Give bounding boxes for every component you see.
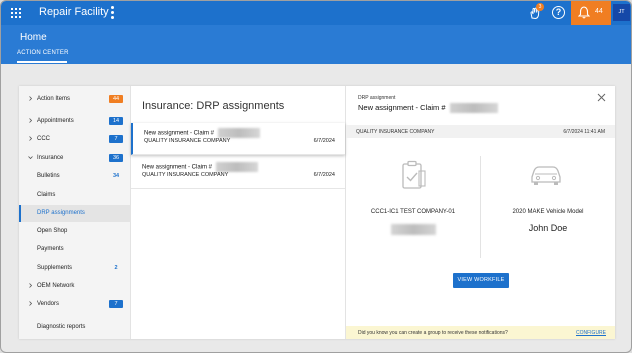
sidebar-item-vendors[interactable]: Vendors 7 (19, 296, 131, 313)
app-grid-icon[interactable] (11, 8, 21, 18)
tip-text: Did you know you can create a group to r… (358, 330, 508, 336)
clipboard-check-icon (402, 160, 426, 189)
tab-underline (17, 61, 67, 63)
page-header: Home ACTION CENTER (1, 25, 631, 64)
chevron-right-icon[interactable] (28, 136, 33, 141)
sidebar-item-payments[interactable]: Payments (19, 241, 131, 258)
sidebar-item-drp-assignments[interactable]: DRP assignments (19, 205, 131, 222)
detail-panel: DRP assignment New assignment - Claim # … (346, 86, 615, 339)
configure-link[interactable]: CONFIGURE (576, 330, 606, 336)
car-icon (531, 166, 561, 185)
detail-heading: New assignment - Claim # (358, 103, 446, 112)
notifications-button[interactable]: 44 (571, 1, 611, 25)
sidebar-item-action-items[interactable]: Action Items 44 (19, 91, 131, 108)
chevron-right-icon[interactable] (28, 96, 33, 101)
redacted-claim-number (449, 103, 498, 114)
list-item-company: QUALITY INSURANCE COMPANY (144, 138, 231, 144)
vehicle-model: 2020 MAKE Vehicle Model (512, 209, 584, 215)
sidebar-item-label: DRP assignments (37, 210, 85, 216)
sidebar-item-claims[interactable]: Claims (19, 187, 131, 204)
list-item[interactable]: New assignment - Claim # QUALITY INSURAN… (131, 157, 345, 189)
app-title: Repair Facility (39, 6, 109, 18)
sidebar-item-label: Payments (37, 246, 64, 252)
list-item-title: New assignment - Claim # (144, 130, 215, 137)
page-title: Home (20, 32, 47, 43)
sidebar-item-label: Insurance (37, 155, 64, 161)
view-workfile-button[interactable]: VIEW WORKFILE (453, 273, 509, 288)
sidebar-item-ccc[interactable]: CCC 7 (19, 131, 131, 148)
detail-company: QUALITY INSURANCE COMPANY (356, 129, 435, 135)
chevron-right-icon[interactable] (28, 118, 33, 123)
detail-overline: DRP assignment (358, 95, 396, 101)
count-badge: 36 (109, 154, 123, 162)
sidebar-item-label: Supplements (37, 265, 73, 271)
detail-meta-bar: QUALITY INSURANCE COMPANY 6/7/2024 11:41… (346, 125, 615, 138)
top-bar: Repair Facility 3 ? 44 JT (1, 1, 631, 25)
hand-badge: 3 (536, 3, 544, 11)
sidebar-item-bulletins[interactable]: Bulletins 34 (19, 168, 131, 185)
chevron-right-icon[interactable] (28, 301, 33, 306)
assignment-list: Insurance: DRP assignments New assignmen… (131, 86, 346, 339)
sidebar-item-label: Appointments (37, 118, 74, 124)
sidebar-item-label: Diagnostic reports (37, 324, 86, 330)
chevron-right-icon[interactable] (28, 283, 33, 288)
vehicle-column: 2020 MAKE Vehicle Model John Doe (481, 154, 615, 264)
list-item-date: 6/7/2024 (313, 172, 335, 178)
company-caption: CCC1-IC1 TEST COMPANY-01 (370, 209, 456, 215)
action-center-card: Action Items 44 Appointments 14 CCC 7 Insuranc… (19, 86, 615, 339)
sidebar-item-insurance[interactable]: Insurance 36 (19, 150, 131, 167)
sidebar-item-label: Bulletins (37, 173, 60, 179)
list-item-company: QUALITY INSURANCE COMPANY (142, 172, 229, 178)
count-badge: 44 (109, 95, 123, 103)
count-badge: 2 (114, 265, 118, 271)
count-badge: 7 (109, 300, 123, 308)
app-window: Repair Facility 3 ? 44 JT Home ACTION CE… (0, 0, 632, 353)
sidebar-item-supplements[interactable]: Supplements 2 (19, 260, 131, 277)
sidebar-item-label: Vendors (37, 301, 60, 307)
count-badge: 14 (109, 117, 123, 125)
sidebar-item-appointments[interactable]: Appointments 14 (19, 113, 131, 130)
list-item[interactable]: New assignment - Claim # QUALITY INSURAN… (131, 123, 345, 155)
sidebar-item-open-shop[interactable]: Open Shop (19, 223, 131, 240)
company-column: CCC1-IC1 TEST COMPANY-01 (346, 154, 480, 264)
redacted-value (391, 224, 436, 235)
bell-icon (578, 6, 590, 19)
sidebar-item-label: Open Shop (37, 228, 68, 234)
tab-action-center[interactable]: ACTION CENTER (17, 50, 69, 56)
redacted-claim-number (216, 162, 259, 172)
sidebar-item-label: Claims (37, 192, 56, 198)
list-item-title: New assignment - Claim # (142, 164, 213, 171)
notification-count: 44 (595, 8, 603, 15)
list-title: Insurance: DRP assignments (142, 100, 285, 112)
close-icon[interactable] (597, 93, 606, 102)
detail-datetime: 6/7/2024 11:41 AM (563, 129, 605, 135)
sidebar-item-diagnostic-reports[interactable]: Diagnostic reports (19, 319, 131, 336)
sidebar-item-label: Action Items (37, 96, 71, 102)
count-badge: 34 (112, 173, 120, 179)
sidebar: Action Items 44 Appointments 14 CCC 7 Insuranc… (19, 86, 131, 339)
sidebar-item-label: OEM Network (37, 283, 75, 289)
more-menu-icon[interactable] (111, 6, 115, 19)
active-indicator (19, 205, 21, 222)
redacted-claim-number (218, 128, 261, 138)
chevron-down-icon[interactable] (28, 155, 33, 160)
count-badge: 7 (109, 135, 123, 143)
sidebar-item-label: CCC (37, 136, 50, 142)
sidebar-item-oem-network[interactable]: OEM Network (19, 278, 131, 295)
help-icon[interactable]: ? (552, 6, 565, 19)
avatar[interactable]: JT (613, 4, 630, 21)
owner-name: John Doe (528, 223, 568, 233)
tip-bar: Did you know you can create a group to r… (346, 326, 615, 339)
list-item-date: 6/7/2024 (313, 138, 335, 144)
